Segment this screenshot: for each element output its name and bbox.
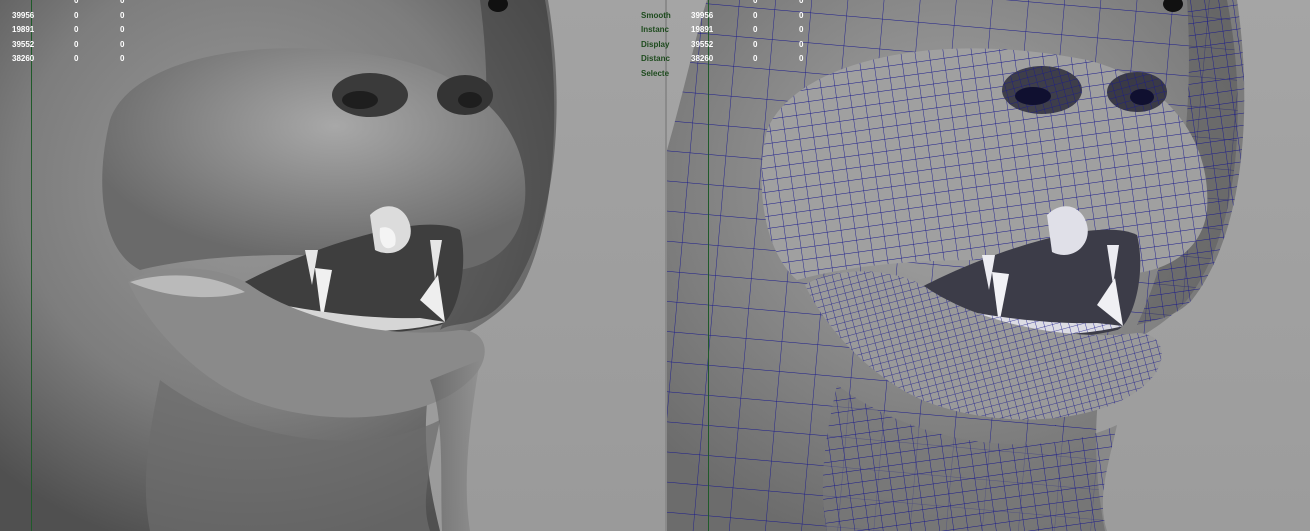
hud-row: 38260 0 0 (691, 54, 804, 63)
heads-up-display-labels: Smooth Instanc Display Distanc Selecte (641, 0, 671, 81)
origin-axis-line (708, 0, 709, 531)
hud-row: 19891 0 0 (691, 25, 804, 34)
creature-head-shaded (0, 0, 557, 531)
hud-row: 39956 0 0 (691, 10, 804, 20)
hud-label: Instanc (641, 25, 670, 34)
hud-row: 38260 0 0 (12, 54, 125, 63)
hud-row: 00 (753, 0, 804, 5)
heads-up-display-stats: 00 39956 0 0 19891 0 0 39552 0 0 38260 0 0 (691, 0, 803, 67)
right-viewport-wireframe[interactable]: 00 39956 0 0 19891 0 0 39552 0 0 38260 0 0 (667, 0, 1310, 531)
hud-label: Display (641, 39, 670, 49)
left-viewport-shaded[interactable]: 00 39956 0 0 19891 0 0 39552 0 0 38260 0 0 (0, 0, 665, 531)
hud-label: Smooth (641, 10, 671, 20)
origin-axis-line (31, 0, 32, 531)
heads-up-display-stats: 00 39956 0 0 19891 0 0 39552 0 0 38260 0 0 (12, 0, 124, 67)
hud-row: 19891 0 0 (12, 25, 125, 34)
creature-head-wireframe (667, 0, 1245, 531)
hud-label: Selecte (641, 68, 670, 78)
hud-label: Distanc (641, 54, 670, 63)
hud-row: 39552 0 0 (12, 39, 125, 49)
hud-row: 39552 0 0 (691, 39, 804, 49)
hud-label (641, 0, 671, 9)
hud-row: 39956 0 0 (12, 10, 125, 20)
hud-row: 00 (74, 0, 125, 5)
